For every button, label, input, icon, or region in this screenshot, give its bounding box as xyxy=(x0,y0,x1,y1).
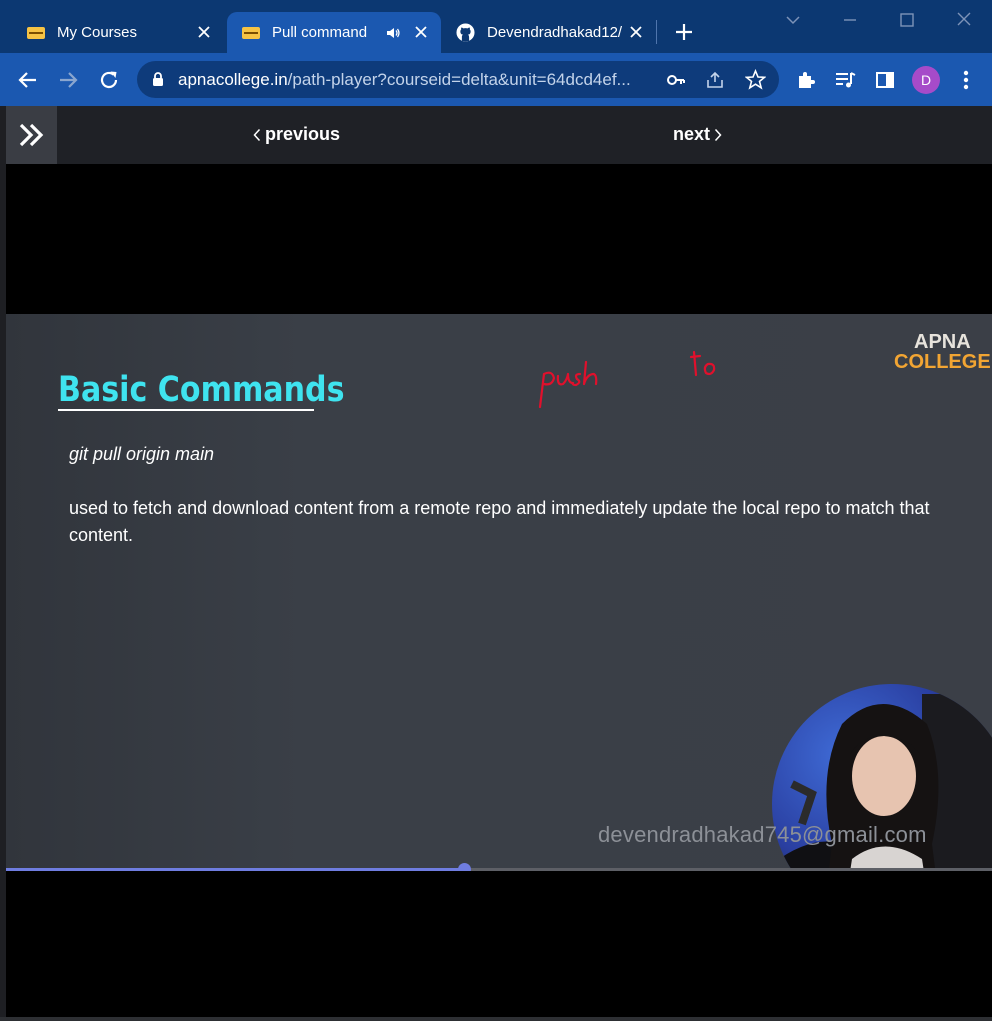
close-tab-icon[interactable] xyxy=(628,24,644,40)
profile-avatar[interactable]: D xyxy=(912,66,940,94)
email-watermark: devendradhakad745@gmail.com xyxy=(598,822,927,847)
video-slide[interactable]: Basic Commands git pull origin main used… xyxy=(6,314,992,870)
address-bar[interactable]: apnacollege.in/path-player?courseid=delt… xyxy=(137,61,779,98)
browser-tab-strip: My Courses Pull command Devendradhakad12… xyxy=(0,0,992,53)
reload-icon xyxy=(100,71,118,89)
side-panel-icon xyxy=(876,72,894,88)
back-button[interactable] xyxy=(15,67,41,93)
close-tab-icon[interactable] xyxy=(413,24,429,40)
media-control-button[interactable] xyxy=(832,67,858,93)
tab-separator xyxy=(656,20,657,44)
video-letterbox-bottom xyxy=(6,871,992,1017)
handwritten-to-annotation xyxy=(689,350,716,377)
share-icon[interactable] xyxy=(705,70,725,90)
side-panel-button[interactable] xyxy=(872,67,898,93)
new-tab-icon[interactable] xyxy=(674,22,694,42)
bottom-edge xyxy=(0,1017,992,1021)
tab-title: My Courses xyxy=(57,24,138,41)
player-nav-bar xyxy=(6,106,992,164)
tab-title: Pull command xyxy=(272,24,368,41)
tab-search-icon[interactable] xyxy=(781,10,805,30)
close-tab-icon[interactable] xyxy=(196,24,212,40)
tab-title: Devendradhakad12/ xyxy=(487,24,623,41)
github-icon xyxy=(456,23,475,42)
puzzle-icon xyxy=(799,72,815,88)
slide-description: used to fetch and download content from … xyxy=(69,498,930,545)
url-path: /path-player?courseid=delta&unit=64dcd4e… xyxy=(287,70,631,89)
playlist-music-icon xyxy=(836,72,856,88)
speaker-icon[interactable] xyxy=(386,26,401,40)
next-button[interactable]: next xyxy=(673,124,722,145)
double-chevron-right-icon xyxy=(19,123,43,147)
apna-college-favicon xyxy=(242,26,260,39)
apna-college-favicon xyxy=(27,26,45,39)
logo-line-1: APNA xyxy=(914,331,971,353)
expand-sidebar-button[interactable] xyxy=(6,106,57,164)
menu-button[interactable] xyxy=(953,67,979,93)
maximize-icon[interactable] xyxy=(895,10,919,30)
forward-button[interactable] xyxy=(55,67,81,93)
browser-toolbar: apnacollege.in/path-player?courseid=delt… xyxy=(0,53,992,106)
logo-line-2: COLLEGE xyxy=(894,351,991,373)
handwritten-push-annotation xyxy=(538,360,598,409)
reload-button[interactable] xyxy=(96,67,122,93)
arrow-right-icon xyxy=(60,72,78,88)
kebab-menu-icon xyxy=(963,70,969,90)
slide-title: Basic Commands xyxy=(58,370,345,410)
next-label: next xyxy=(673,124,711,144)
minimize-icon[interactable] xyxy=(838,10,862,30)
close-window-icon[interactable] xyxy=(952,10,976,30)
url-text[interactable]: apnacollege.in/path-player?courseid=delt… xyxy=(178,70,631,90)
tab-my-courses[interactable]: My Courses xyxy=(10,12,224,53)
lock-icon[interactable] xyxy=(152,72,164,87)
extensions-button[interactable] xyxy=(793,67,819,93)
title-underline xyxy=(58,409,314,411)
chevron-right-icon xyxy=(714,128,722,141)
slide-command: git pull origin main xyxy=(69,444,215,464)
chevron-left-icon xyxy=(253,128,261,141)
tab-pull-command[interactable]: Pull command xyxy=(227,12,441,53)
key-icon[interactable] xyxy=(666,70,686,90)
previous-button[interactable]: previous xyxy=(253,124,340,145)
url-host: apnacollege.in xyxy=(178,70,288,89)
video-letterbox-top xyxy=(6,164,992,314)
previous-label: previous xyxy=(265,124,341,144)
apna-college-logo: APNA COLLEGE xyxy=(894,332,991,372)
tab-github[interactable]: Devendradhakad12/ xyxy=(444,12,656,53)
bookmark-star-icon[interactable] xyxy=(745,69,766,90)
arrow-left-icon xyxy=(18,72,36,88)
